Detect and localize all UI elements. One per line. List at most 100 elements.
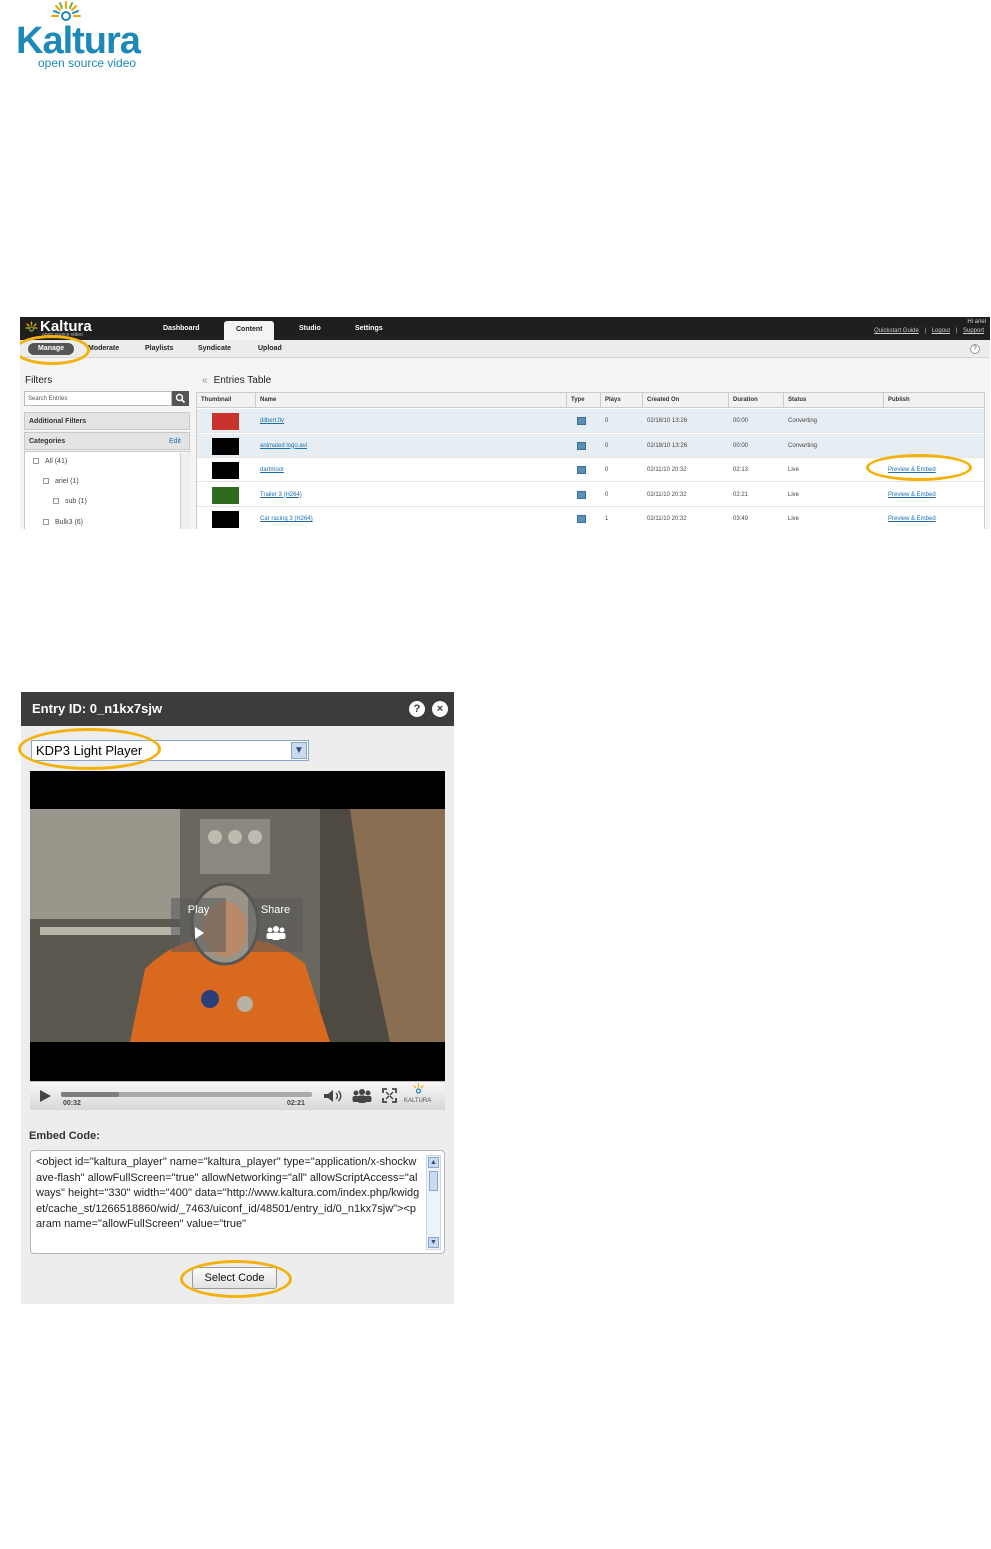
entry-thumbnail[interactable] [212,486,239,504]
help-icon[interactable]: ? [970,344,980,354]
created-cell: 02/18/10 13:26 [647,442,688,449]
subtab-playlists[interactable]: Playlists [145,345,173,353]
share-people-icon[interactable] [351,1089,373,1103]
volume-icon[interactable] [323,1089,343,1103]
support-link[interactable]: Support [963,328,984,334]
publish-cell[interactable] [884,409,984,433]
video-type-icon [577,466,586,474]
column-header-name[interactable]: Name [256,393,567,408]
logout-link[interactable]: Logout [932,328,950,334]
tree-toggle-icon[interactable] [33,458,39,464]
player-controls: 00:32 02:21 KALTURA [30,1081,445,1110]
publish-cell[interactable]: Preview & Embed [884,483,984,507]
search-entries-input[interactable]: Search Entries [24,391,172,406]
column-header-created[interactable]: Created On [643,393,729,408]
table-row[interactable]: Car racing 3 (H264) 1 02/11/10 20:32 03:49 L… [197,507,984,529]
highlight-ring [18,728,161,770]
close-icon[interactable]: × [432,701,448,717]
tree-toggle-icon[interactable] [43,519,49,525]
name-cell[interactable]: dartmoor [256,458,567,482]
column-header-publish[interactable]: Publish [884,393,984,408]
type-cell [567,483,601,507]
overlay-play-button[interactable]: Play [171,898,226,952]
name-cell[interactable]: Car racing 3 (H264) [256,507,567,529]
column-header-thumbnail[interactable]: Thumbnail [197,393,256,408]
tree-toggle-icon[interactable] [43,478,49,484]
table-row[interactable]: animated logo.avi 0 02/18/10 13:26 00:00 Con… [197,433,984,458]
tree-item[interactable]: All (41) [33,458,67,466]
filters-title: Filters [25,375,53,386]
thumbnail-cell [197,507,256,529]
link-separator: | [955,328,958,334]
play-icon[interactable] [38,1089,52,1103]
tree-toggle-icon[interactable] [53,498,59,504]
collapse-chevron-icon[interactable]: « [202,375,208,386]
plays-cell: 0 [605,442,609,449]
name-cell[interactable]: animated logo.avi [256,434,567,458]
fullscreen-icon[interactable] [382,1088,397,1103]
type-cell [567,409,601,433]
tab-content[interactable]: Content [224,321,275,340]
duration-cell: 03:49 [733,516,749,522]
help-icon[interactable]: ? [409,701,425,717]
scrub-progress [61,1092,119,1097]
category-tree: All (41) ariel (1) sub (1) Bulk3 (6) [24,451,190,529]
embed-code-label: Embed Code: [29,1130,100,1142]
thumbnail-cell [197,458,256,482]
column-header-duration[interactable]: Duration [729,393,784,408]
tree-item[interactable]: sub (1) [53,498,87,506]
logo-tagline: open source video [38,56,137,70]
subtab-syndicate[interactable]: Syndicate [198,345,231,353]
duration-cell: 00:00 [733,442,749,449]
tree-item[interactable]: ariel (1) [43,478,79,486]
tree-item-label: Bulk3 (6) [55,519,84,526]
overlay-share-button[interactable]: Share [248,898,303,952]
video-player[interactable]: Play Share [30,771,445,1110]
search-icon [175,393,186,404]
scroll-down-icon[interactable]: ▼ [428,1237,439,1248]
entry-thumbnail[interactable] [212,462,239,479]
search-button[interactable] [172,391,189,406]
top-links: Quickstart Guide | Logout | Support [874,328,984,335]
additional-filters-header[interactable]: Additional Filters [24,412,190,430]
tab-studio[interactable]: Studio [299,325,321,333]
video-type-icon [577,515,586,523]
entry-thumbnail[interactable] [212,511,239,528]
quickstart-guide-link[interactable]: Quickstart Guide [874,328,919,334]
table-row[interactable]: Trailer 3 (H264) 0 02/11/10 20:32 02:21 Live… [197,483,984,507]
link-separator: | [924,328,927,334]
name-cell[interactable]: Trailer 3 (H264) [256,483,567,507]
created-cell: 02/18/10 13:26 [647,418,688,424]
type-cell [567,507,601,529]
chevron-down-icon[interactable]: ▼ [291,742,307,759]
embed-scrollbar[interactable]: ▲ ▼ [426,1155,441,1250]
table-row[interactable]: dilbert.flv 0 02/18/10 13:26 00:00 Convertin… [197,409,984,433]
tab-dashboard[interactable]: Dashboard [163,325,200,333]
dialog-title: Entry ID: 0_n1kx7sjw [32,701,163,716]
column-header-plays[interactable]: Plays [601,393,643,408]
column-header-status[interactable]: Status [784,393,884,408]
entry-thumbnail[interactable] [212,413,239,430]
name-cell[interactable]: dilbert.flv [256,409,567,433]
subtab-moderate[interactable]: Moderate [88,345,119,353]
kmc-top-bar: Kaltura open source video Dashboard Cont… [20,317,990,340]
scrub-bar[interactable] [61,1092,312,1097]
embed-code-textarea[interactable]: <object id="kaltura_player" name="kaltur… [30,1150,445,1254]
current-time: 00:32 [63,1100,81,1107]
entry-thumbnail[interactable] [212,437,239,455]
scroll-up-icon[interactable]: ▲ [428,1157,439,1168]
edit-categories-link[interactable]: Edit [169,438,181,446]
categories-header: Categories Edit [24,432,190,450]
tree-scrollbar[interactable] [180,453,190,529]
plays-cell: 0 [605,467,609,473]
scroll-thumb[interactable] [429,1171,438,1191]
embed-code-text[interactable]: <object id="kaltura_player" name="kaltur… [36,1155,421,1233]
publish-cell[interactable]: Preview & Embed [884,507,984,529]
subtab-upload[interactable]: Upload [258,345,282,353]
entries-table-label: Entries Table [213,375,272,386]
column-header-type[interactable]: Type [567,393,601,408]
status-cell: Converting [788,442,818,449]
preview-embed-dialog: Entry ID: 0_n1kx7sjw ? × KDP3 Light Play… [18,692,454,1304]
tree-item[interactable]: Bulk3 (6) [43,519,83,527]
tab-settings[interactable]: Settings [355,325,383,333]
